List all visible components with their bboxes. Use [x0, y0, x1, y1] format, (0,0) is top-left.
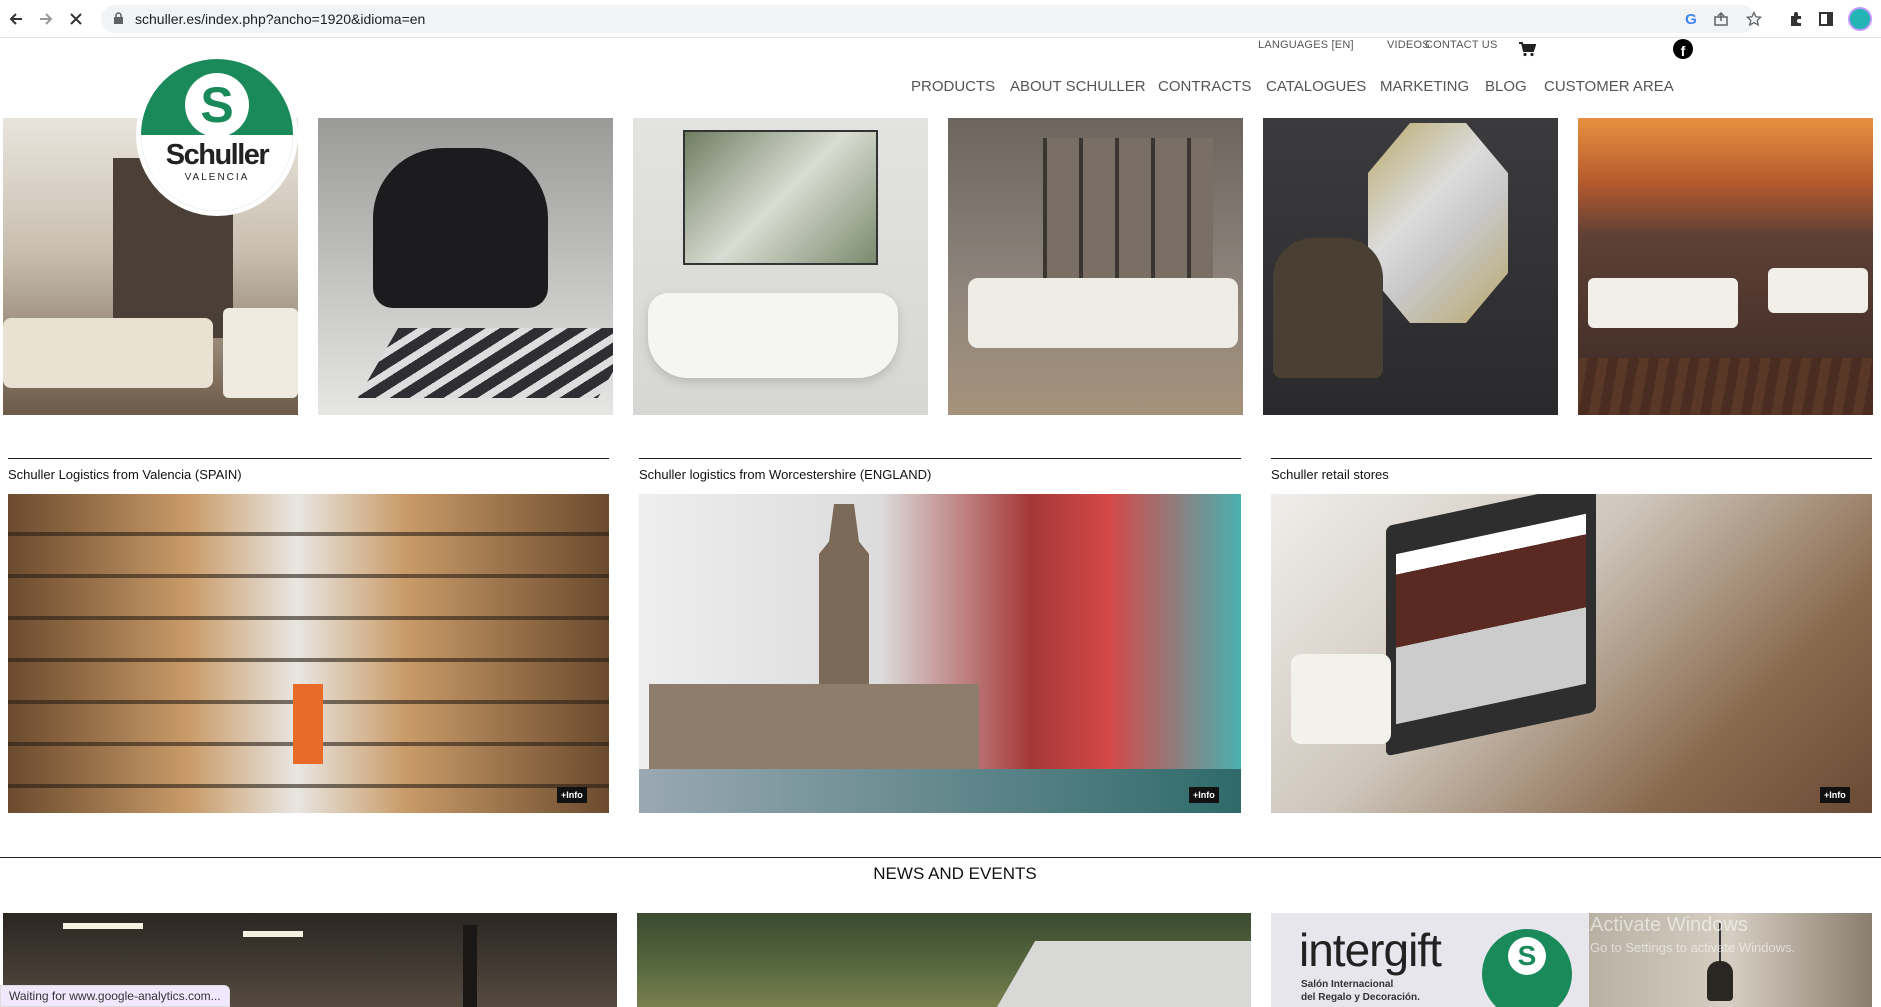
stop-loading-icon[interactable] [64, 7, 88, 31]
news-image-factory[interactable] [637, 913, 1251, 1007]
intergift-brand: intergift [1299, 924, 1442, 976]
nav-contracts[interactable]: CONTRACTS [1158, 78, 1251, 95]
info-badge[interactable]: +Info [1820, 787, 1850, 803]
back-icon[interactable] [4, 7, 28, 31]
image-warehouse-valencia[interactable]: +Info [8, 494, 609, 813]
info-badge[interactable]: +Info [557, 787, 587, 803]
logo-s-icon: S [185, 73, 249, 137]
info-badge[interactable]: +Info [1189, 787, 1219, 803]
share-icon[interactable] [1711, 9, 1731, 29]
section-label-retail[interactable]: Schuller retail stores [1271, 467, 1389, 482]
intergift-line2: del Regalo y Decoración. [1301, 992, 1420, 1003]
videos-link[interactable]: VIDEOS [1387, 39, 1430, 51]
section-divider [639, 458, 1241, 459]
intergift-schuller-logo: S [1482, 929, 1572, 1007]
profile-avatar[interactable] [1848, 7, 1872, 31]
activate-windows-hint: Go to Settings to activate Windows. [1590, 940, 1796, 955]
extensions-icon[interactable] [1786, 9, 1806, 29]
bookmark-star-icon[interactable] [1744, 9, 1764, 29]
hero-image-bathroom[interactable] [633, 118, 928, 415]
lock-icon [113, 12, 124, 30]
section-divider [8, 458, 609, 459]
logo-badge: S Schuller VALENCIA [141, 59, 293, 211]
news-divider [0, 857, 1881, 858]
section-label-england[interactable]: Schuller logistics from Worcestershire (… [639, 467, 931, 482]
facebook-icon[interactable]: f [1673, 39, 1693, 59]
url-text: schuller.es/index.php?ancho=1920&idioma=… [135, 11, 426, 27]
nav-marketing[interactable]: MARKETING [1380, 78, 1469, 95]
forward-icon[interactable] [34, 7, 58, 31]
hero-image-terrace[interactable] [1578, 118, 1873, 415]
logo-subtitle: VALENCIA [184, 172, 250, 183]
cart-icon[interactable] [1518, 41, 1537, 62]
section-divider [1271, 458, 1872, 459]
intergift-line1: Salón Internacional [1301, 979, 1394, 990]
nav-blog[interactable]: BLOG [1485, 78, 1527, 95]
contact-us-link[interactable]: CONTACT US [1425, 39, 1498, 51]
browser-toolbar: schuller.es/index.php?ancho=1920&idioma=… [0, 0, 1881, 38]
google-icon[interactable]: G [1681, 9, 1701, 29]
address-bar[interactable]: schuller.es/index.php?ancho=1920&idioma=… [101, 5, 1756, 33]
news-intergift-banner[interactable]: intergift Salón Internacional del Regalo… [1271, 913, 1589, 1007]
intergift-logo-s-icon: S [1508, 937, 1546, 975]
activate-windows-watermark: Activate Windows [1590, 914, 1748, 936]
nav-customer-area[interactable]: CUSTOMER AREA [1544, 78, 1674, 95]
hero-image-armchair[interactable] [318, 118, 613, 415]
nav-about[interactable]: ABOUT SCHULLER [1010, 78, 1146, 95]
side-panel-icon[interactable] [1816, 9, 1836, 29]
image-london-england[interactable]: +Info [639, 494, 1241, 813]
logo-wordmark: Schuller [165, 139, 270, 171]
nav-products[interactable]: PRODUCTS [911, 78, 995, 95]
nav-catalogues[interactable]: CATALOGUES [1266, 78, 1366, 95]
schuller-logo[interactable]: S Schuller VALENCIA [136, 54, 298, 216]
hero-image-sofa[interactable] [948, 118, 1243, 415]
languages-link[interactable]: LANGUAGES [EN] [1258, 39, 1354, 51]
image-retail-laptop[interactable]: +Info [1271, 494, 1872, 813]
hero-image-mirror[interactable] [1263, 118, 1558, 415]
browser-status-bar: Waiting for www.google-analytics.com... [0, 985, 230, 1007]
section-label-valencia[interactable]: Schuller Logistics from Valencia (SPAIN) [8, 467, 242, 482]
news-events-title: NEWS AND EVENTS [873, 864, 1037, 883]
